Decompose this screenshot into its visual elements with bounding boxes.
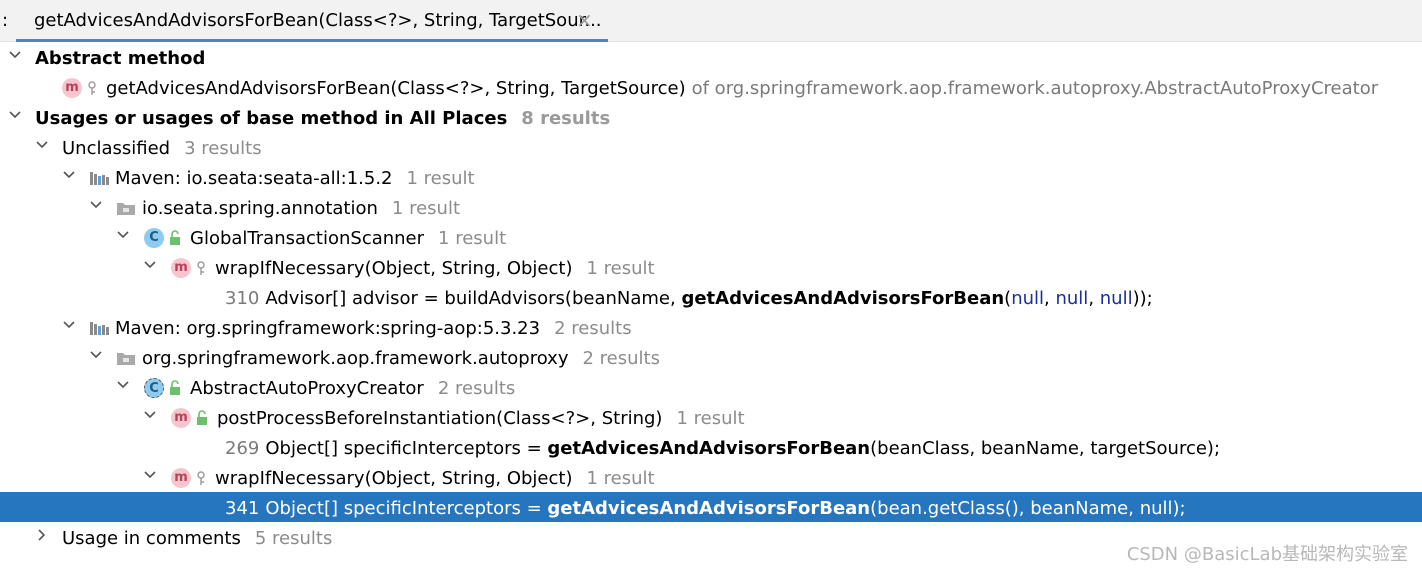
- tree-node-class-gts[interactable]: C GlobalTransactionScanner 1 result: [0, 222, 1422, 252]
- tree-node-usages[interactable]: Usages or usages of base method in All P…: [0, 102, 1422, 132]
- method-wrap1-count: 1 result: [586, 257, 655, 279]
- package-folder-icon: [116, 350, 136, 366]
- maven-seata-count: 1 result: [406, 167, 475, 189]
- chevron-down-icon[interactable]: [62, 168, 80, 186]
- code-highlight: getAdvicesAndAdvisorsForBean: [547, 497, 871, 519]
- chevron-down-icon[interactable]: [89, 348, 107, 366]
- usage-line-310[interactable]: 310 Advisor[] advisor = buildAdvisors(be…: [0, 282, 1422, 312]
- code-highlight: getAdvicesAndAdvisorsForBean: [681, 287, 1005, 309]
- tree-node-maven-spring[interactable]: Maven: org.springframework:spring-aop:5.…: [0, 312, 1422, 342]
- code-suffix: (beanClass, beanName, targetSource);: [870, 437, 1221, 459]
- method-wrap2-count: 1 result: [586, 467, 655, 489]
- usage-line-269[interactable]: 269 Object[] specificInterceptors = getA…: [0, 432, 1422, 462]
- usages-count: 8 results: [521, 107, 611, 129]
- tree-node-package-seata[interactable]: io.seata.spring.annotation 1 result: [0, 192, 1422, 222]
- library-icon: [89, 319, 111, 337]
- tab-bar: : getAdvicesAndAdvisorsForBean(Class<?>,…: [0, 0, 1422, 42]
- tree-node-abstract-signature[interactable]: m getAdvicesAndAdvisorsForBean(Class<?>,…: [0, 72, 1422, 102]
- library-icon: [89, 169, 111, 187]
- method-ppbi-count: 1 result: [676, 407, 745, 429]
- usage-comments-label: Usage in comments: [62, 527, 241, 549]
- public-lock-icon: [168, 379, 182, 397]
- code-suffix: (bean.getClass(), beanName, null);: [870, 497, 1186, 519]
- code-prefix: Object[] specificInterceptors =: [265, 497, 548, 519]
- class-gts-count: 1 result: [438, 227, 507, 249]
- chevron-down-icon[interactable]: [35, 138, 53, 156]
- key-icon: [86, 79, 98, 97]
- chevron-down-icon[interactable]: [62, 318, 80, 336]
- method-icon: m: [171, 468, 191, 488]
- chevron-down-icon[interactable]: [8, 108, 26, 126]
- code-null-3: null: [1099, 287, 1133, 309]
- code-null-2: null: [1055, 287, 1089, 309]
- code-null-1: null: [1011, 287, 1045, 309]
- watermark: CSDN @BasicLab基础架构实验室: [1126, 544, 1408, 565]
- chevron-down-icon[interactable]: [143, 258, 161, 276]
- usage-line-341-selected[interactable]: 341 Object[] specificInterceptors = getA…: [0, 492, 1422, 522]
- method-icon: m: [171, 258, 191, 278]
- method-icon: m: [62, 78, 82, 98]
- package-spring-count: 2 results: [582, 347, 660, 369]
- class-aapc-label: AbstractAutoProxyCreator: [190, 377, 424, 399]
- method-wrap1-label: wrapIfNecessary(Object, String, Object): [215, 257, 573, 279]
- class-gts-label: GlobalTransactionScanner: [190, 227, 425, 249]
- chevron-down-icon[interactable]: [116, 378, 134, 396]
- close-icon[interactable]: ×: [576, 8, 593, 32]
- tree-node-method-wrap2[interactable]: m wrapIfNecessary(Object, String, Object…: [0, 462, 1422, 492]
- abstract-class-icon: C: [144, 378, 164, 398]
- method-wrap2-label: wrapIfNecessary(Object, String, Object): [215, 467, 573, 489]
- chevron-down-icon[interactable]: [89, 198, 107, 216]
- package-seata-count: 1 result: [391, 197, 461, 219]
- code-sep-1: ,: [1044, 287, 1056, 309]
- class-aapc-count: 2 results: [437, 377, 516, 399]
- tree-node-unclassified[interactable]: Unclassified 3 results: [0, 132, 1422, 162]
- maven-spring-count: 2 results: [554, 317, 632, 339]
- abstract-method-signature: getAdvicesAndAdvisorsForBean(Class<?>, S…: [106, 77, 686, 99]
- key-icon: [195, 259, 207, 277]
- key-icon: [195, 469, 207, 487]
- method-ppbi-label: postProcessBeforeInstantiation(Class<?>,…: [217, 407, 663, 429]
- public-lock-icon: [195, 409, 209, 427]
- chevron-down-icon[interactable]: [116, 228, 134, 246]
- chevron-right-icon[interactable]: [35, 528, 53, 546]
- tree-node-maven-seata[interactable]: Maven: io.seata:seata-all:1.5.2 1 result: [0, 162, 1422, 192]
- code-prefix: Advisor[] advisor = buildAdvisors(beanNa…: [265, 287, 682, 309]
- unclassified-count: 3 results: [184, 137, 262, 159]
- method-icon: m: [171, 408, 191, 428]
- tree-node-class-aapc[interactable]: C AbstractAutoProxyCreator 2 results: [0, 372, 1422, 402]
- class-icon: C: [144, 228, 164, 248]
- package-folder-icon: [116, 200, 136, 216]
- tab-find-usages[interactable]: getAdvicesAndAdvisorsForBean(Class<?>, S…: [16, 0, 608, 42]
- usage-comments-count: 5 results: [254, 527, 333, 549]
- abstract-method-owner: of org.springframework.aop.framework.aut…: [691, 77, 1379, 99]
- tree-node-method-ppbi[interactable]: m postProcessBeforeInstantiation(Class<?…: [0, 402, 1422, 432]
- package-seata-label: io.seata.spring.annotation: [142, 197, 378, 219]
- chevron-down-icon[interactable]: [143, 408, 161, 426]
- code-sep-2: ,: [1088, 287, 1100, 309]
- maven-spring-label: Maven: org.springframework:spring-aop:5.…: [115, 317, 541, 339]
- line-number: 310: [225, 287, 260, 309]
- package-spring-label: org.springframework.aop.framework.autopr…: [142, 347, 569, 369]
- tab-prefix: :: [2, 10, 9, 31]
- maven-seata-label: Maven: io.seata:seata-all:1.5.2: [115, 167, 393, 189]
- line-number: 341: [225, 497, 260, 519]
- usages-header: Usages or usages of base method in All P…: [35, 107, 508, 129]
- abstract-method-header: Abstract method: [35, 47, 206, 69]
- chevron-down-icon[interactable]: [8, 48, 26, 66]
- tree-node-abstract-method[interactable]: Abstract method: [0, 42, 1422, 72]
- tree-node-method-wrap1[interactable]: m wrapIfNecessary(Object, String, Object…: [0, 252, 1422, 282]
- tree-node-package-spring[interactable]: org.springframework.aop.framework.autopr…: [0, 342, 1422, 372]
- code-highlight: getAdvicesAndAdvisorsForBean: [547, 437, 871, 459]
- code-close: ));: [1132, 287, 1153, 309]
- chevron-down-icon[interactable]: [143, 468, 161, 486]
- code-prefix: Object[] specificInterceptors =: [265, 437, 548, 459]
- code-open-paren: (: [1004, 287, 1012, 309]
- line-number: 269: [225, 437, 260, 459]
- public-lock-icon: [168, 229, 182, 247]
- tab-title[interactable]: getAdvicesAndAdvisorsForBean(Class<?>, S…: [34, 10, 602, 31]
- unclassified-label: Unclassified: [62, 137, 171, 159]
